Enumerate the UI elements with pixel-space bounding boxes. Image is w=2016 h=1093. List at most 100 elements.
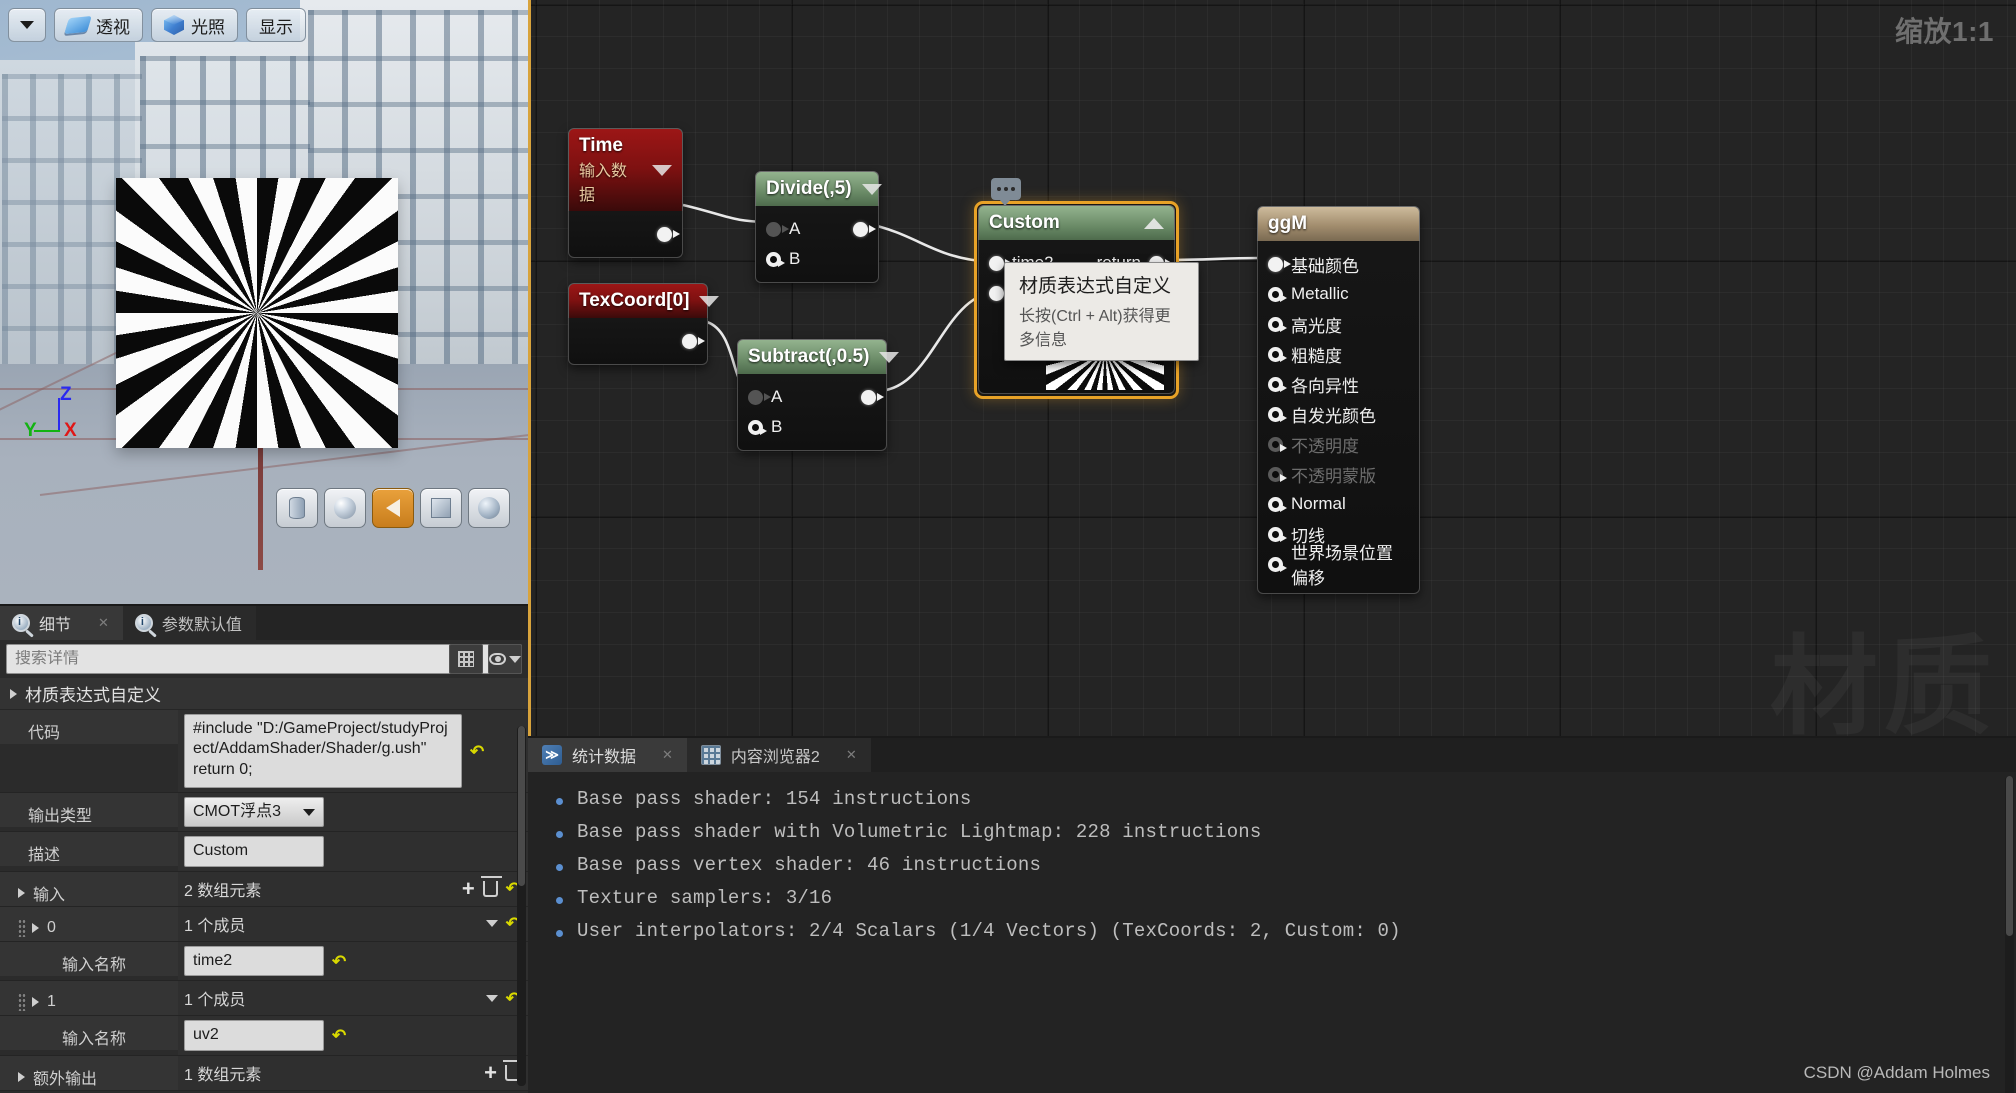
chevron-down-icon[interactable] [652,164,672,176]
node-output-pin-row[interactable] [569,219,682,249]
drag-handle-icon[interactable] [18,918,26,937]
output-pin[interactable] [861,389,884,405]
material-input-pin[interactable] [1268,556,1287,572]
chevron-down-icon [509,655,521,663]
output-pin[interactable] [657,226,680,242]
input-pin-a[interactable] [766,221,789,237]
material-input-pin[interactable] [1268,346,1287,362]
details-section-title: 材质表达式自定义 [25,686,161,705]
output-type-dropdown[interactable]: CMOT浮点3 [184,797,324,828]
stat-item: User interpolators: 2/4 Scalars (1/4 Vec… [556,920,2016,942]
material-pin-row[interactable]: Normal [1258,489,1419,519]
material-pin-row[interactable]: 各向异性 [1258,369,1419,399]
input-pin-b[interactable] [766,251,785,267]
material-pin-row[interactable]: 自发光颜色 [1258,399,1419,429]
node-pin-row[interactable]: B [756,244,878,274]
input-name-field-0[interactable]: time2 [184,945,324,977]
expander-triangle-icon[interactable] [32,997,39,1008]
revert-icon[interactable]: ↶ [332,1027,346,1044]
material-input-pin[interactable] [1268,496,1287,512]
stat-text: User interpolators: 2/4 Scalars (1/4 Vec… [577,920,1401,942]
output-pin[interactable] [853,221,876,237]
magnifier-icon: i [134,614,153,632]
node-output-pin-row[interactable] [569,326,707,356]
chevron-up-icon[interactable] [1144,217,1164,229]
node-header[interactable]: Time 输入数据 [568,128,683,211]
tab-details[interactable]: i 细节 ✕ [0,606,123,640]
material-pin-row[interactable]: 粗糙度 [1258,339,1419,369]
lighting-button[interactable]: 光照 [151,8,238,42]
cylinder-preview-button[interactable] [276,488,318,528]
cube-preview-button[interactable] [420,488,462,528]
viewport-options-dropdown[interactable] [8,8,46,42]
node-pin-row[interactable]: A [756,214,878,244]
code-field[interactable]: #include "D:/GameProject/studyProject/Ad… [184,714,462,788]
display-options-button[interactable] [449,644,483,674]
tab-parameter-defaults[interactable]: i 参数默认值 [122,606,256,640]
node-material-output[interactable]: ggM 基础颜色 Metallic 高光度 粗糙度 各向异性 自发光颜色 不透明… [1257,206,1420,594]
visibility-button[interactable] [488,644,522,674]
material-pin-row[interactable]: Metallic [1258,279,1419,309]
tab-stats[interactable]: ≫ 统计数据 ✕ [528,738,687,772]
material-input-pin[interactable] [1268,256,1291,272]
node-texcoord[interactable]: TexCoord[0] [568,283,720,365]
input-pin-uv2[interactable] [989,285,1012,301]
node-subtract[interactable]: Subtract(,0.5) A B [737,339,900,451]
revert-icon[interactable]: ↶ [470,743,484,760]
stats-scrollbar[interactable] [2005,776,2014,1093]
node-divide[interactable]: Divide(,5) A B [755,171,882,283]
expander-triangle-icon[interactable] [18,887,25,898]
details-scrollbar[interactable] [517,726,526,1086]
comment-bubble-icon[interactable] [991,178,1021,206]
node-pin-row[interactable]: A [738,382,886,412]
material-graph-canvas[interactable]: 缩放1:1 材质 Time 输入数据 [528,0,2016,736]
chevron-down-icon[interactable] [485,994,498,1002]
add-element-button[interactable]: + [484,1061,497,1083]
material-pin-row[interactable]: 世界场景位置偏移 [1258,544,1419,588]
node-time[interactable]: Time 输入数据 [568,128,683,258]
node-header[interactable]: Subtract(,0.5) [737,339,900,374]
details-section-header[interactable]: 材质表达式自定义 [0,678,528,710]
node-header[interactable]: TexCoord[0] [568,283,720,318]
input-name-field-1[interactable]: uv2 [184,1020,324,1051]
plane-icon [386,499,400,517]
sphere-preview-button[interactable] [324,488,366,528]
input-pin-time2[interactable] [989,255,1012,271]
delete-all-icon[interactable] [480,875,502,897]
expander-triangle-icon[interactable] [32,922,39,933]
add-element-button[interactable]: + [462,877,475,899]
node-header[interactable]: Custom [978,205,1175,240]
node-header[interactable]: Divide(,5) [755,171,882,206]
description-field[interactable]: Custom [184,836,324,867]
expander-triangle-icon[interactable] [18,1071,25,1082]
chevron-down-icon[interactable] [879,351,900,363]
output-pin[interactable] [682,333,705,349]
property-label: 输入名称 [0,941,178,976]
plane-preview-button[interactable] [372,488,414,528]
node-pin-row[interactable]: B [738,412,886,442]
input-pin-a[interactable] [748,389,771,405]
node-header[interactable]: ggM [1257,206,1420,241]
chevron-down-icon[interactable] [861,183,882,195]
material-preview-viewport[interactable]: Z X Y 透视 光照 显示 [0,0,528,604]
material-input-pin[interactable] [1268,286,1287,302]
tab-content-browser-2[interactable]: 内容浏览器2 ✕ [686,738,871,772]
show-button[interactable]: 显示 [246,8,306,42]
chevron-down-icon[interactable] [485,920,498,928]
custom-mesh-preview-button[interactable] [468,488,510,528]
material-input-pin[interactable] [1268,316,1287,332]
material-pin-row[interactable]: 基础颜色 [1258,249,1419,279]
material-pin-row[interactable]: 高光度 [1258,309,1419,339]
perspective-button[interactable]: 透视 [54,8,143,42]
material-input-pin[interactable] [1268,376,1287,392]
material-input-pin[interactable] [1268,526,1287,542]
close-icon[interactable]: ✕ [98,615,109,631]
revert-icon[interactable]: ↶ [332,953,346,970]
material-input-pin[interactable] [1268,406,1287,422]
close-icon[interactable]: ✕ [846,747,857,763]
close-icon[interactable]: ✕ [662,747,673,763]
chevron-down-icon[interactable] [699,295,720,307]
search-input[interactable] [7,650,496,668]
drag-handle-icon[interactable] [18,993,26,1012]
input-pin-b[interactable] [748,419,767,435]
